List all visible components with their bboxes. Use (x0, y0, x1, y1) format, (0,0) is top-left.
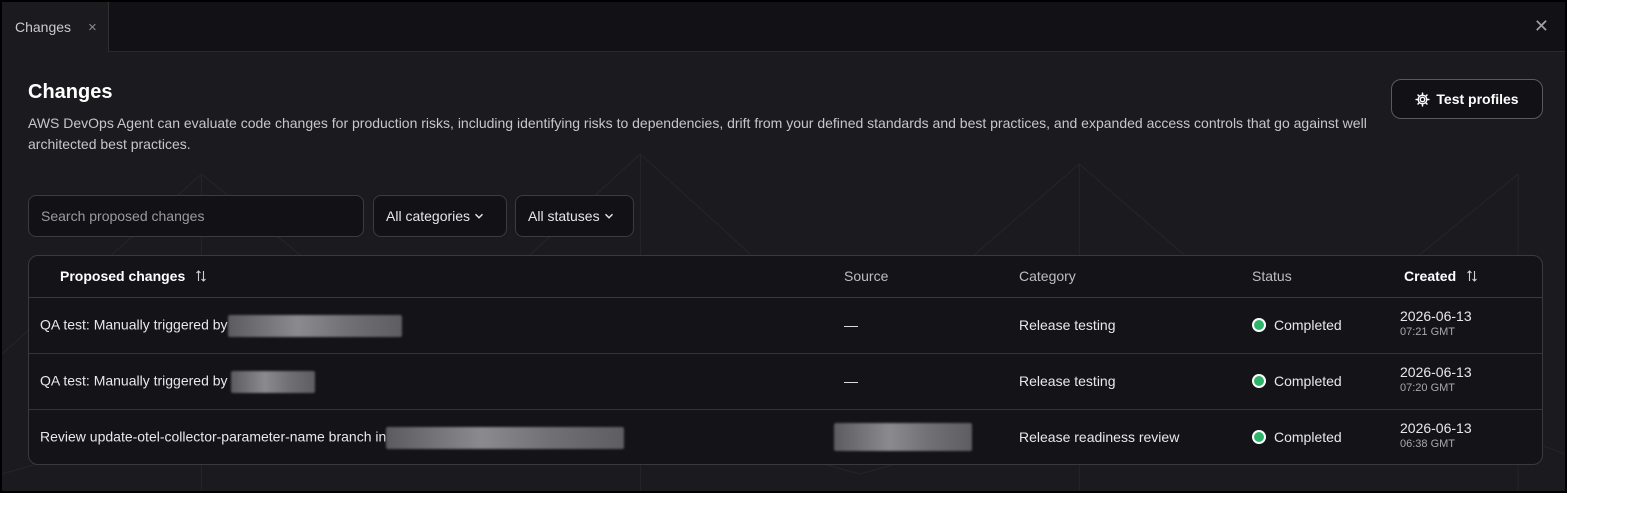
redacted-repository (386, 427, 625, 449)
column-header-status: Status (1252, 268, 1292, 284)
status-badge: Completed (1252, 429, 1342, 445)
redacted-user (227, 315, 402, 337)
changes-panel: Changes × ✕ Changes AWS DevOps Agent can… (0, 0, 1567, 493)
page-description: AWS DevOps Agent can evaluate code chang… (28, 115, 1367, 152)
page-title: Changes (28, 81, 113, 103)
status-completed-icon (1252, 374, 1266, 388)
status-badge: Completed (1252, 373, 1342, 389)
proposed-change-cell[interactable]: QA test: Manually triggered by (40, 315, 402, 337)
chevron-down-icon (604, 213, 613, 219)
source-cell: — (844, 317, 858, 333)
column-header-created[interactable]: Created (1404, 268, 1478, 284)
redacted-source (834, 423, 972, 451)
created-date: 2026-06-13 (1400, 364, 1472, 380)
search-placeholder: Search proposed changes (41, 208, 205, 224)
tab-close-icon[interactable]: × (88, 19, 97, 36)
search-input[interactable]: Search proposed changes (28, 195, 364, 237)
category-cell: Release testing (1019, 373, 1116, 389)
test-profiles-button[interactable]: Test profiles (1391, 79, 1543, 119)
tab-label: Changes (15, 19, 72, 35)
proposed-change-cell[interactable]: Review update-otel-collector-parameter-n… (40, 427, 625, 449)
status-completed-icon (1252, 318, 1266, 332)
changes-table: Proposed changes Source Category Status … (28, 255, 1543, 465)
column-label: Proposed changes (60, 268, 186, 284)
created-time: 07:21 GMT (1400, 326, 1456, 338)
status-completed-icon (1252, 430, 1266, 444)
created-date: 2026-06-13 (1400, 420, 1472, 436)
category-cell: Release testing (1019, 317, 1116, 333)
status-label: Completed (1274, 317, 1342, 333)
column-header-source: Source (844, 268, 889, 284)
sort-icon[interactable] (1466, 270, 1478, 282)
proposed-change-title[interactable]: QA test: Manually triggered by (40, 317, 228, 333)
status-label: Completed (1274, 429, 1342, 445)
source-cell (834, 423, 972, 451)
proposed-change-title[interactable]: QA test: Manually triggered by (40, 373, 228, 389)
column-label: Created (1404, 268, 1457, 284)
column-header-proposed[interactable]: Proposed changes (60, 268, 207, 284)
table-row[interactable]: Review update-otel-collector-parameter-n… (29, 410, 1542, 464)
close-icon[interactable]: ✕ (1534, 16, 1549, 37)
sort-icon[interactable] (195, 270, 207, 282)
test-profiles-label: Test profiles (1436, 91, 1519, 107)
status-badge: Completed (1252, 317, 1342, 333)
redacted-user (230, 371, 315, 393)
created-cell: 2026-06-13 07:21 GMT (1400, 308, 1472, 338)
source-cell: — (844, 373, 858, 389)
created-cell: 2026-06-13 06:38 GMT (1400, 420, 1472, 450)
tab-changes[interactable]: Changes × (2, 2, 109, 52)
status-dropdown[interactable]: All statuses (515, 195, 634, 237)
status-label: Completed (1274, 373, 1342, 389)
gear-icon (1415, 91, 1431, 107)
tab-bar: Changes × ✕ (2, 2, 1565, 52)
category-dropdown[interactable]: All categories (373, 195, 507, 237)
proposed-change-title[interactable]: Review update-otel-collector-parameter-n… (40, 429, 386, 445)
created-time: 06:38 GMT (1400, 438, 1456, 450)
table-row[interactable]: QA test: Manually triggered by — Release… (29, 354, 1542, 410)
category-cell: Release readiness review (1019, 429, 1180, 445)
status-selected: All statuses (528, 208, 600, 224)
table-row[interactable]: QA test: Manually triggered by — Release… (29, 298, 1542, 354)
created-time: 07:20 GMT (1400, 382, 1456, 394)
column-header-category: Category (1019, 268, 1076, 284)
proposed-change-cell[interactable]: QA test: Manually triggered by (40, 371, 315, 393)
created-cell: 2026-06-13 07:20 GMT (1400, 364, 1472, 394)
chevron-down-icon (475, 213, 484, 219)
category-selected: All categories (386, 208, 471, 224)
created-date: 2026-06-13 (1400, 308, 1472, 324)
